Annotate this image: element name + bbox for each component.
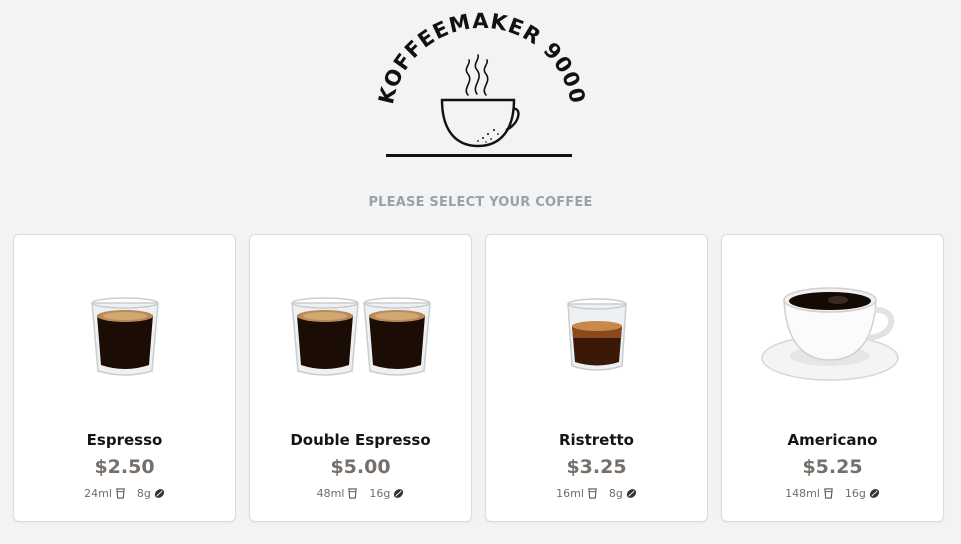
koffeemaker-logo: KOFFEEMAKER 9000: [370, 8, 590, 163]
coffee-card-ristretto[interactable]: Ristretto $3.25 16ml 8g: [485, 234, 708, 522]
coffee-volume: 24ml: [84, 487, 112, 500]
coffee-selection-page: KOFFEEMAKER 9000 PLEASE SELECT YOUR COFF…: [0, 0, 961, 544]
coffee-beans: 16g: [844, 487, 866, 500]
coffee-price: $3.25: [566, 456, 627, 478]
coffee-details: 148ml 16g: [722, 487, 943, 500]
coffee-price: $2.50: [94, 456, 155, 478]
logo-text: KOFFEEMAKER 9000: [374, 9, 590, 106]
coffee-bean-icon: [394, 489, 404, 498]
coffee-name: Ristretto: [558, 431, 634, 449]
coffee-bean-icon: [869, 489, 879, 498]
americano-cup-image: [722, 275, 943, 395]
logo-graphic: KOFFEEMAKER 9000: [374, 9, 590, 157]
coffee-details: 24ml 8g: [14, 487, 235, 500]
ristretto-glass-image: [486, 275, 707, 395]
coffee-volume: 148ml: [785, 487, 820, 500]
coffee-card-double-espresso[interactable]: Double Espresso $5.00 48ml 16g: [249, 234, 472, 522]
coffee-card-list: Espresso $2.50 24ml 8g Double Espresso $…: [13, 234, 944, 522]
coffee-details: 48ml 16g: [250, 487, 471, 500]
coffee-price: $5.00: [330, 456, 391, 478]
coffee-beans: 8g: [136, 487, 151, 500]
coffee-details: 16ml 8g: [486, 487, 707, 500]
coffee-beans: 16g: [369, 487, 391, 500]
coffee-volume: 16ml: [556, 487, 584, 500]
select-coffee-prompt: PLEASE SELECT YOUR COFFEE: [368, 195, 593, 210]
cup-icon: [588, 488, 597, 499]
cup-icon: [348, 488, 358, 499]
coffee-beans: 8g: [608, 487, 623, 500]
coffee-name: Double Espresso: [290, 431, 431, 449]
coffee-bean-icon: [626, 489, 636, 498]
cup-icon: [824, 488, 833, 499]
coffee-price: $5.25: [802, 456, 863, 478]
coffee-volume: 48ml: [316, 487, 345, 500]
coffee-card-americano[interactable]: Americano $5.25 148ml 16g: [721, 234, 944, 522]
coffee-name: Espresso: [86, 431, 163, 449]
coffee-bean-icon: [154, 489, 164, 498]
coffee-name: Americano: [787, 431, 878, 449]
espresso-glass-image: [14, 275, 235, 395]
coffee-card-espresso[interactable]: Espresso $2.50 24ml 8g: [13, 234, 236, 522]
double-espresso-glasses-image: [250, 275, 471, 395]
cup-icon: [116, 488, 125, 499]
